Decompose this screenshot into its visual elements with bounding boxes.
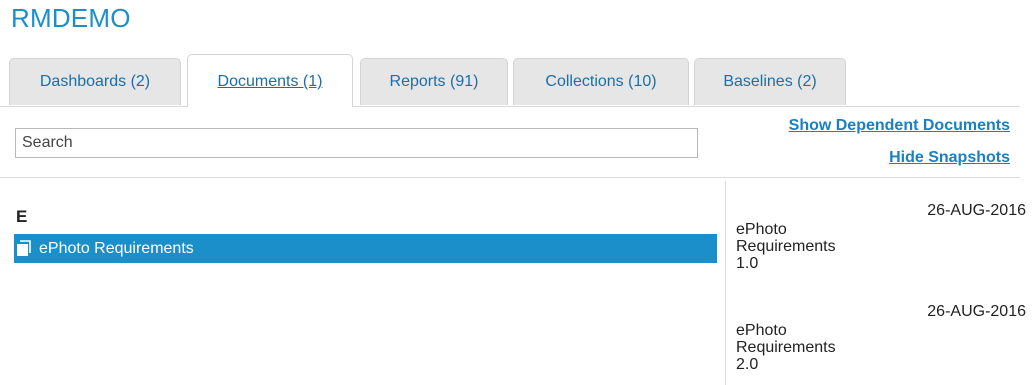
snapshot-name-line: ePhoto — [736, 322, 787, 339]
snapshot-name: ePhoto Requirements 2.0 — [736, 322, 886, 373]
tab-label: Documents (1) — [217, 73, 323, 90]
tab-label: Baselines (2) — [723, 73, 817, 90]
tab-documents[interactable]: Documents (1) — [187, 54, 353, 107]
snapshot-version: 2.0 — [736, 356, 759, 373]
hide-snapshots-link[interactable]: Hide Snapshots — [889, 149, 1010, 167]
snapshot-version: 1.0 — [736, 255, 759, 272]
divider — [0, 177, 1020, 178]
tab-label: Collections (10) — [545, 73, 657, 90]
page-title: RMDEMO — [11, 3, 131, 33]
snapshot-name-line: Requirements — [736, 339, 836, 356]
tab-baselines[interactable]: Baselines (2) — [694, 58, 846, 105]
show-dependent-documents-link[interactable]: Show Dependent Documents — [789, 117, 1010, 135]
tab-reports[interactable]: Reports (91) — [360, 58, 508, 105]
panel-divider — [725, 181, 726, 385]
snapshot-date: 26-AUG-2016 — [927, 202, 1026, 219]
document-icon — [17, 240, 31, 256]
snapshot-name-line: Requirements — [736, 238, 836, 255]
tab-label: Dashboards (2) — [39, 73, 151, 90]
tab-dashboards[interactable]: Dashboards (2) — [9, 58, 181, 105]
tab-bar: Dashboards (2) Documents (1) Reports (91… — [0, 54, 1020, 107]
group-letter: E — [16, 207, 28, 226]
search-input[interactable] — [15, 128, 698, 158]
tab-collections[interactable]: Collections (10) — [513, 58, 689, 105]
snapshot-name: ePhoto Requirements 1.0 — [736, 221, 886, 272]
snapshot-date: 26-AUG-2016 — [927, 303, 1026, 320]
snapshot-name-line: ePhoto — [736, 221, 787, 238]
tab-label: Reports (91) — [389, 73, 479, 90]
document-list-item[interactable]: ePhoto Requirements — [14, 234, 717, 263]
document-name: ePhoto Requirements — [39, 239, 194, 257]
